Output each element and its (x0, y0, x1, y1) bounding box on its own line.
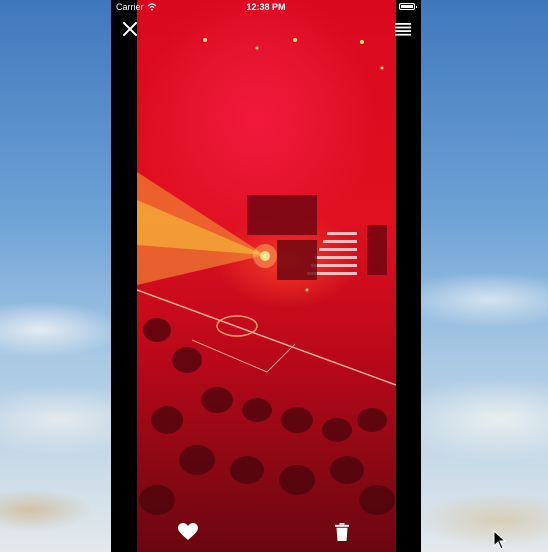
status-time: 12:38 PM (246, 2, 286, 12)
close-button[interactable] (118, 18, 142, 40)
mouse-cursor-icon (493, 530, 507, 550)
trash-icon (335, 523, 349, 541)
battery-icon (399, 3, 417, 10)
concert-scene (136, 38, 397, 515)
menu-button[interactable] (391, 18, 415, 40)
status-bar: Carrier 12:38 PM (111, 0, 421, 14)
hamburger-menu-icon (395, 22, 411, 36)
close-icon (123, 22, 137, 36)
like-button[interactable] (175, 519, 201, 545)
concert-photo (136, 0, 397, 552)
heart-icon (178, 523, 198, 540)
delete-button[interactable] (329, 519, 355, 545)
phone-screen: Carrier 12:38 PM (111, 0, 421, 552)
